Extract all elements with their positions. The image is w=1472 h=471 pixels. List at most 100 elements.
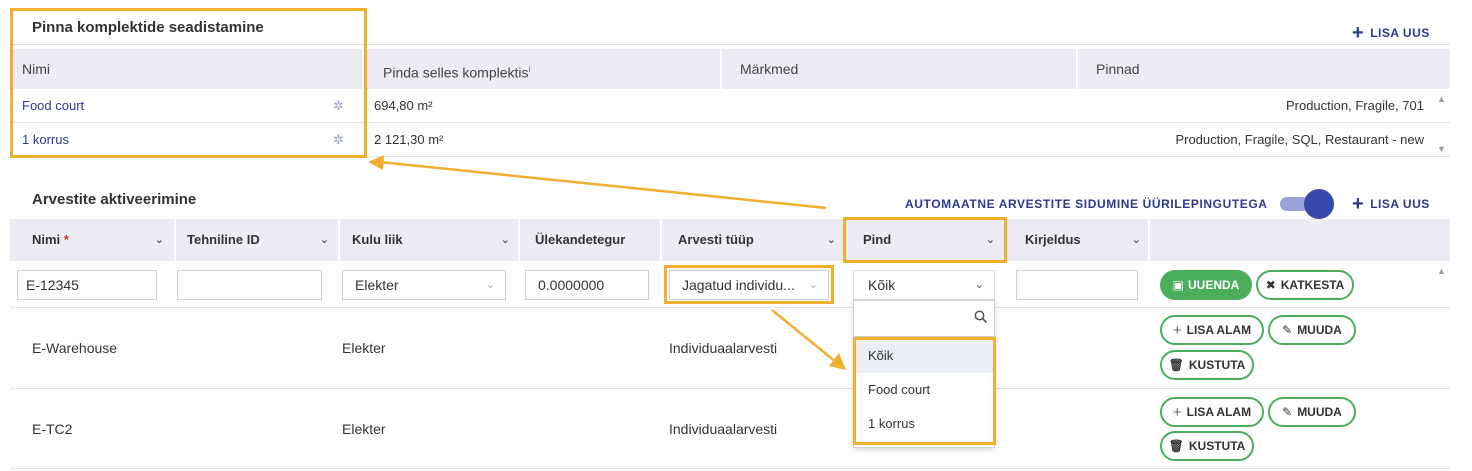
meter-cost-type: Elekter <box>342 421 386 437</box>
meter-type-value: Jagatud individu... <box>682 277 795 293</box>
col-header-area[interactable]: Pinda selles komplektisi <box>371 49 531 89</box>
set-name-link[interactable]: 1 korrus <box>22 123 69 157</box>
table-row: Food court ✲ 694,80 m² Production, Fragi… <box>10 89 1450 123</box>
update-label: UUENDA <box>1188 278 1240 292</box>
chevron-down-icon: ⌄ <box>500 234 510 246</box>
technical-id-input[interactable] <box>177 270 322 300</box>
section2-add-button[interactable]: + LISA UUS <box>1352 194 1430 214</box>
edit-button[interactable]: ✎ MUUDA <box>1268 397 1356 427</box>
add-sub-button[interactable]: + LISA ALAM <box>1160 315 1264 345</box>
delete-button[interactable]: 🗑 KUSTUTA <box>1160 431 1254 461</box>
cost-type-select[interactable]: Elekter ⌄ <box>342 270 506 300</box>
chevron-down-icon: ⌄ <box>319 234 329 246</box>
cancel-label: KATKESTA <box>1280 278 1345 292</box>
col-header-description-label: Kirjeldus <box>1025 232 1081 247</box>
update-button[interactable]: ▣ UUENDA <box>1160 270 1252 300</box>
chevron-down-icon: ⌄ <box>826 234 836 246</box>
scroll-up-icon[interactable]: ▲ <box>1437 94 1446 104</box>
col-header-cost-type[interactable]: Kulu liik ⌄ <box>340 219 518 261</box>
meter-cost-type: Elekter <box>342 340 386 356</box>
col-header-area-label: Pind <box>863 232 892 247</box>
add-sub-label: LISA ALAM <box>1186 323 1252 337</box>
chevron-down-icon: ⌄ <box>985 234 995 246</box>
chevron-down-icon: ⌄ <box>974 279 984 291</box>
col-header-technical-id-label: Tehniline ID <box>187 232 260 247</box>
col-header-area[interactable]: Pind ⌄ <box>851 219 1003 261</box>
section1-add-label: LISA UUS <box>1370 26 1430 40</box>
required-mark: * <box>63 232 69 247</box>
gear-icon[interactable]: ✲ <box>333 89 344 123</box>
col-header-description[interactable]: Kirjeldus ⌄ <box>1013 219 1149 261</box>
dropdown-search-input[interactable] <box>854 301 996 337</box>
chevron-down-icon: ⌄ <box>1131 234 1141 246</box>
section2-title: Arvestite aktiveerimine <box>32 191 197 208</box>
plus-icon: + <box>1172 321 1182 339</box>
col-header-nimi[interactable]: Nimi <box>10 49 50 89</box>
col-header-technical-id[interactable]: Tehniline ID ⌄ <box>175 219 337 261</box>
col-header-meter-type[interactable]: Arvesti tüüp ⌄ <box>666 219 844 261</box>
set-surfaces: Production, Fragile, 701 <box>1285 98 1424 113</box>
area-dropdown: Kõik Food court 1 korrus <box>853 300 996 448</box>
cancel-button[interactable]: ✖ KATKESTA <box>1256 270 1354 300</box>
col-header-surfaces[interactable]: Pinnad <box>1084 49 1140 89</box>
chevron-down-icon: ⌄ <box>154 234 164 246</box>
section1-table-header: Nimi Pinda selles komplektisi Märkmed Pi… <box>10 49 1450 89</box>
table-row: 1 korrus ✲ 2 121,30 m² Production, Fragi… <box>10 123 1450 157</box>
meter-type-select[interactable]: Jagatud individu... ⌄ <box>669 270 829 300</box>
col-header-notes[interactable]: Märkmed <box>728 49 798 89</box>
meter-name: E-TC2 <box>32 421 73 437</box>
col-header-meter-type-label: Arvesti tüüp <box>678 232 754 247</box>
pencil-icon: ✎ <box>1282 323 1293 337</box>
meter-type: Individuaalarvesti <box>669 421 778 437</box>
section2-table-header: Nimi * ⌄ Tehniline ID ⌄ Kulu liik ⌄ Ülek… <box>10 219 1450 261</box>
meter-name-input[interactable]: E-12345 <box>17 270 157 300</box>
section1-add-button[interactable]: + LISA UUS <box>1352 23 1430 43</box>
dropdown-option[interactable]: Food court <box>854 373 994 407</box>
description-input[interactable] <box>1016 270 1138 300</box>
add-sub-button[interactable]: + LISA ALAM <box>1160 397 1264 427</box>
auto-link-toggle[interactable] <box>1280 189 1334 219</box>
col-header-area-label: Pinda selles komplektis <box>383 64 529 81</box>
plus-icon: + <box>1172 403 1182 421</box>
save-icon: ▣ <box>1172 278 1184 292</box>
pencil-icon: ✎ <box>1282 405 1293 419</box>
col-header-factor-label: Ülekandetegur <box>535 232 626 247</box>
factor-input[interactable]: 0.0000000 <box>525 270 649 300</box>
set-name-link[interactable]: Food court <box>22 89 84 123</box>
section2-add-label: LISA UUS <box>1370 197 1430 211</box>
dropdown-option[interactable]: Kõik <box>854 339 994 373</box>
plus-icon: + <box>1352 193 1365 215</box>
set-surfaces: Production, Fragile, SQL, Restaurant - n… <box>1175 132 1424 147</box>
col-header-factor[interactable]: Ülekandetegur <box>523 219 661 261</box>
trash-icon: 🗑 <box>1168 439 1184 453</box>
area-value: Kõik <box>868 277 896 293</box>
delete-button[interactable]: 🗑 KUSTUTA <box>1160 350 1254 380</box>
section1-title-underline <box>10 44 1450 45</box>
chevron-down-icon: ⌄ <box>808 279 818 291</box>
col-header-nimi[interactable]: Nimi * ⌄ <box>20 219 172 261</box>
scroll-down-icon[interactable]: ▼ <box>1437 144 1446 154</box>
set-area: 694,80 m² <box>374 98 433 113</box>
search-icon <box>974 310 988 324</box>
chevron-down-icon: ⌄ <box>485 279 495 291</box>
edit-label: MUUDA <box>1297 323 1342 337</box>
edit-button[interactable]: ✎ MUUDA <box>1268 315 1356 345</box>
cost-type-value: Elekter <box>355 277 399 293</box>
edit-label: MUUDA <box>1297 405 1342 419</box>
col-header-nimi-label: Nimi <box>32 232 61 247</box>
info-mark: i <box>528 64 531 74</box>
area-select[interactable]: Kõik ⌄ <box>853 270 995 300</box>
scroll-up-icon[interactable]: ▲ <box>1437 266 1446 276</box>
meter-name-value: E-12345 <box>26 277 79 293</box>
dropdown-option[interactable]: 1 korrus <box>854 407 994 441</box>
close-icon: ✖ <box>1265 278 1276 292</box>
plus-icon: + <box>1352 22 1365 44</box>
delete-label: KUSTUTA <box>1188 439 1246 453</box>
delete-label: KUSTUTA <box>1188 358 1246 372</box>
trash-icon: 🗑 <box>1168 358 1184 372</box>
gear-icon[interactable]: ✲ <box>333 123 344 157</box>
meter-name: E-Warehouse <box>32 340 118 356</box>
add-sub-label: LISA ALAM <box>1186 405 1252 419</box>
factor-value: 0.0000000 <box>538 277 605 293</box>
meter-type: Individuaalarvesti <box>669 340 778 356</box>
